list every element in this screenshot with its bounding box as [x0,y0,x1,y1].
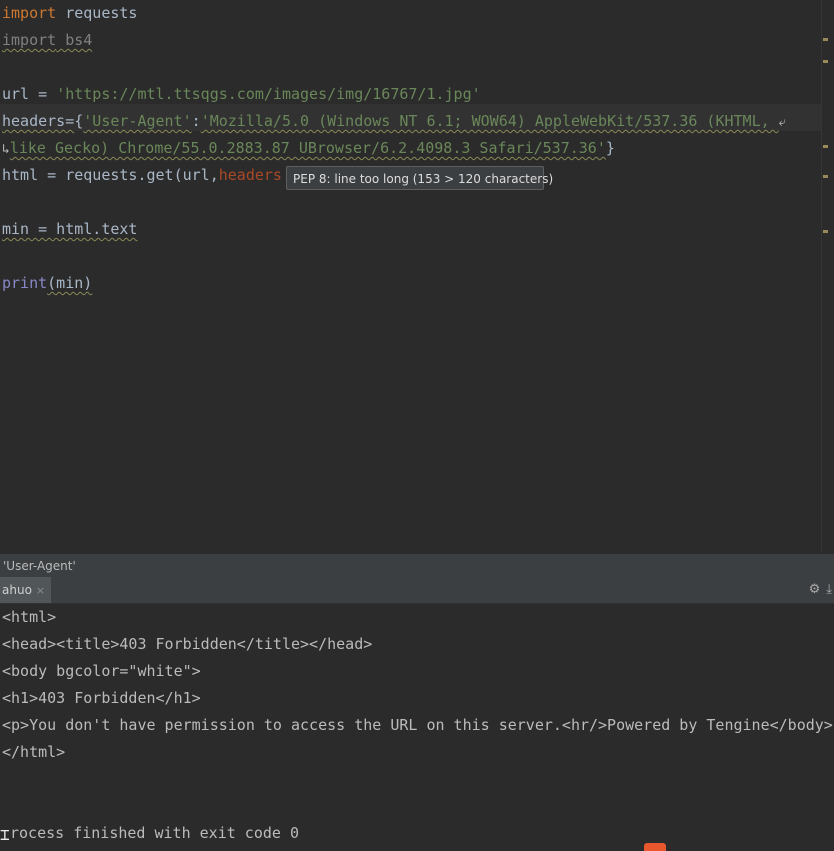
app-icon[interactable] [644,843,666,851]
code-line-2[interactable]: import bs4 [2,27,92,54]
run-console[interactable]: <html> <head><title>403 Forbidden</title… [0,604,834,851]
soft-wrap-continue-icon: ↳ [2,142,10,157]
run-tools: ⚙ ⤓ [803,577,832,603]
headers-param: headers [218,166,282,184]
run-tab[interactable]: ahuo × [0,577,52,603]
console-line: <html> [2,608,57,626]
print-builtin: print [2,274,48,292]
user-agent-key: 'User-Agent' [83,112,192,130]
code-line-5[interactable]: headers={'User-Agent':'Mozilla/5.0 (Wind… [2,108,786,135]
user-agent-value: 'Mozilla/5.0 (Windows NT 6.1; WOW64) App… [200,112,779,130]
warning-marker[interactable] [823,38,828,41]
find-bar[interactable]: 'User-Agent' [0,553,834,578]
code-line-4[interactable]: url = 'https://mtl.ttsqgs.com/images/img… [2,81,481,108]
run-tool-window-header: ahuo × ⚙ ⤓ [0,577,834,604]
unused-import: import [2,31,57,49]
module-requests: requests [56,4,138,22]
warning-marker[interactable] [823,145,828,148]
console-line: </html> [2,743,66,761]
close-icon[interactable]: × [36,584,45,597]
code-line-1[interactable]: import requests [2,0,137,27]
code-line-11[interactable]: print(min) [2,270,92,297]
console-line: <p>You don't have permission to access t… [2,716,833,734]
brace-open: { [74,112,84,130]
url-string: 'https://mtl.ttsqgs.com/images/img/16767… [56,85,481,103]
user-agent-value-cont: like Gecko) Chrome/55.0.2883.87 UBrowser… [9,139,606,157]
error-stripe[interactable] [821,0,828,553]
find-text: 'User-Agent' [3,559,76,573]
print-args: (min) [47,274,93,292]
requests-get-call: html = requests.get(url, [2,166,219,184]
brace-close: } [605,139,615,157]
exit-message: rocess finished with exit code 0 [10,824,299,842]
url-assign: url = [2,85,57,103]
console-line: <h1>403 Forbidden</h1> [2,689,201,707]
soft-wrap-icon: ⤶ [778,115,786,130]
code-line-9[interactable]: min = html.text [2,216,137,243]
gear-icon[interactable]: ⚙ [809,582,821,597]
warning-marker[interactable] [823,230,828,233]
headers-assign: headers= [2,112,75,130]
console-line: <head><title>403 Forbidden</title></head… [2,635,373,653]
pep8-tooltip: PEP 8: line too long (153 > 120 characte… [286,166,553,190]
taskbar [640,843,834,851]
code-editor[interactable]: import requests import bs4 url = 'https:… [0,0,828,553]
download-icon[interactable]: ⤓ [826,582,832,597]
warning-marker[interactable] [823,175,828,178]
console-line: <body bgcolor="white"> [2,662,201,680]
code-line-6[interactable]: ↳like Gecko) Chrome/55.0.2883.87 UBrowse… [2,135,615,162]
keyword-import: import [2,4,57,22]
module-bs4: bs4 [56,31,93,49]
warning-marker[interactable] [823,60,828,63]
code-line-7[interactable]: html = requests.get(url,headers [2,162,282,189]
colon: : [191,112,201,130]
min-assign: min = html.text [2,220,138,238]
text-cursor-icon: ⌶ [0,825,10,844]
run-tab-label: ahuo [2,583,32,597]
